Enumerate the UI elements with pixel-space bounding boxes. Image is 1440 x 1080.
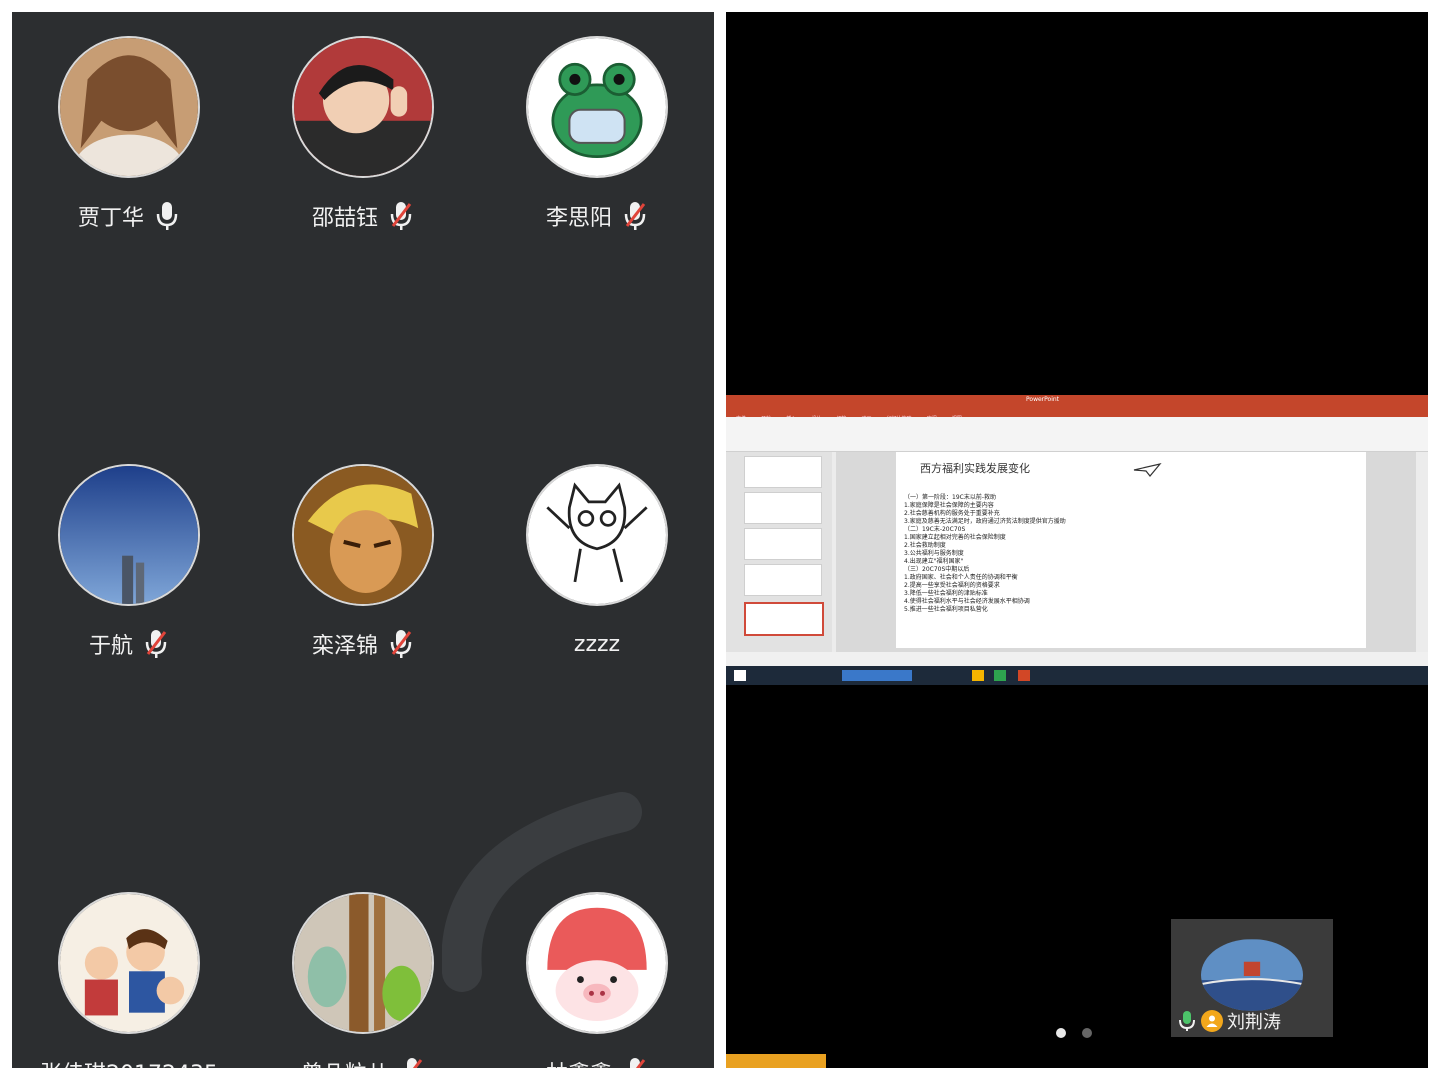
participant-name: 栾泽锦: [311, 634, 378, 659]
mic-muted-icon: [622, 200, 648, 232]
participant-name: 贾丁华: [77, 206, 144, 231]
slide-line: 2.提高一些享受社会福利的资格要求: [904, 582, 1000, 589]
participant-name: zzzz: [573, 631, 621, 657]
paper-plane-icon: [1133, 463, 1162, 477]
windows-taskbar: [726, 666, 1428, 685]
slide-line: 5.推进一些社会福利项目私营化: [904, 606, 988, 613]
avatar-photo-icon: [58, 36, 200, 178]
anime-avatar-icon: [292, 464, 434, 606]
user-icon: [1201, 1010, 1223, 1032]
avatar-photo-icon: [292, 36, 434, 178]
page-dot-active[interactable]: [1056, 1028, 1066, 1038]
slide-line: 4.出现建立"福利国家": [904, 558, 964, 565]
participant-name: 曾凡粒儿: [301, 1056, 389, 1068]
slide-line: 3.公共福利与服务制度: [904, 550, 964, 557]
sky-avatar-icon: [58, 464, 200, 606]
slide-line: 4.使得社会福利水平与社会经济发展水平相协调: [904, 598, 1030, 605]
slide: 西方福利实践发展变化 （一）第一阶段：19C末以前-救助 1.家庭保障是社会保障…: [896, 452, 1366, 648]
ppt-ribbon-tabs: 文件 开始 插入 设计 切换 动画 幻灯片放映 审阅 视图: [726, 405, 1428, 422]
taskbar-app-icon: [842, 670, 912, 681]
screen-share-view: PowerPoint 文件 开始 插入 设计 切换 动画 幻灯片放映 审阅 视图…: [726, 12, 1428, 1068]
participant-name: 林鑫鑫: [546, 1056, 612, 1068]
mic-icon: [154, 200, 180, 232]
ppt-titlebar: PowerPoint: [726, 395, 1428, 405]
slide-line: （一）第一阶段：19C末以前-救助: [904, 494, 996, 501]
slide-canvas: 西方福利实践发展变化 （一）第一阶段：19C末以前-救助 1.家庭保障是社会保障…: [836, 452, 1416, 652]
mic-muted-icon: [622, 1056, 648, 1068]
slide-line: 1.政府国家、社会和个人责任的协调和平衡: [904, 574, 1018, 581]
bottom-tag[interactable]: [726, 1054, 826, 1068]
slide-line: 1.家庭保障是社会保障的主要内容: [904, 502, 994, 509]
folder-icon: [972, 670, 984, 681]
slide-line: 1.国家建立起相对完善的社会保险制度: [904, 534, 1006, 541]
mic-muted-icon: [388, 200, 414, 232]
slide-thumbnail: [744, 492, 822, 524]
slide-title: 西方福利实践发展变化: [920, 462, 1030, 475]
slide-line: （三）20C70S中期以后: [904, 566, 970, 573]
ppt-status-bar: [726, 652, 1428, 666]
slide-thumbnail: [744, 528, 822, 560]
slide-line: 3.家庭及慈善无法满足时，政府通过济贫法制度提供官方援助: [904, 518, 1066, 525]
participants-grid: 贾丁华 邵喆钰 李思阳 于航 栾泽锦 zzzz: [12, 12, 714, 1068]
bottom-toolbar-edge: [726, 1054, 1428, 1068]
presenter-tile[interactable]: 刘荆涛: [1171, 919, 1333, 1037]
slide-thumbnails: [726, 452, 832, 652]
parrot-avatar-icon: [292, 892, 434, 1034]
mic-muted-icon: [388, 628, 414, 660]
ppt-app-title: PowerPoint: [1026, 396, 1060, 403]
page-indicator: [1056, 1028, 1092, 1038]
powerpoint-icon: [1018, 670, 1030, 681]
participant-name: 邵喆钰: [311, 206, 378, 231]
mic-muted-icon: [399, 1056, 425, 1068]
slide-thumbnail: [744, 456, 822, 488]
swipe-hint-icon: [442, 792, 642, 992]
mic-muted-icon: [143, 628, 169, 660]
presenter-name: 刘荆涛: [1227, 1012, 1281, 1033]
slide-line: （二）19C末-20C70S: [904, 526, 966, 533]
cartoon-group-avatar-icon: [58, 892, 200, 1034]
participant-name: 李思阳: [545, 206, 612, 231]
cat-sketch-avatar-icon: [526, 464, 668, 606]
ppt-ribbon: [726, 417, 1428, 452]
mic-active-icon: [1177, 1010, 1197, 1032]
participant-name: 于航: [88, 634, 133, 659]
participant-name: 张佳琪20172435: [40, 1056, 218, 1068]
landscape-avatar-icon: [1201, 939, 1303, 1011]
slide-thumbnail-active: [744, 602, 824, 636]
start-icon: [734, 670, 746, 681]
frog-avatar-icon: [526, 36, 668, 178]
page-dot[interactable]: [1082, 1028, 1092, 1038]
slide-thumbnail: [744, 564, 822, 596]
slide-line: 3.降低一些社会福利的津贴标准: [904, 590, 988, 597]
slide-line: 2.社会慈善机构的服务处于重要补充: [904, 510, 1000, 517]
slide-line: 2.社会救助制度: [904, 542, 946, 549]
shared-screen[interactable]: PowerPoint 文件 开始 插入 设计 切换 动画 幻灯片放映 审阅 视图…: [726, 395, 1428, 685]
taskbar-app-icon: [994, 670, 1006, 681]
